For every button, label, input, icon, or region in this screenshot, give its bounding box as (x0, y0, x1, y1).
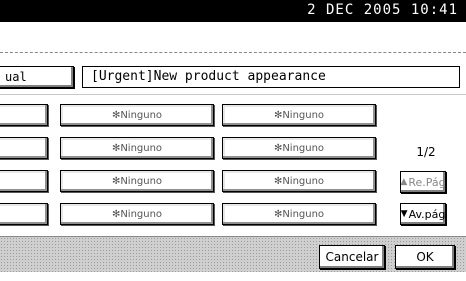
subject-cell[interactable] (0, 104, 48, 126)
subject-cell[interactable] (0, 137, 48, 159)
next-page-button[interactable]: ▼ Av.pág (400, 203, 446, 225)
ok-button[interactable]: OK (395, 245, 455, 269)
subject-field[interactable]: [Urgent]New product appearance (82, 66, 460, 88)
next-page-label: Av.pág (408, 207, 446, 221)
subject-cell[interactable] (0, 170, 48, 192)
subject-cell[interactable]: ✻Ninguno (222, 104, 376, 126)
subject-cell[interactable]: ✻Ninguno (60, 203, 214, 225)
status-bar: 2 DEC 2005 10:41 (0, 0, 466, 22)
subject-cell[interactable] (0, 203, 48, 225)
subject-row: ual [Urgent]New product appearance (0, 60, 466, 90)
subject-cell[interactable]: ✻Ninguno (60, 104, 214, 126)
triangle-up-icon: ▲ (400, 177, 408, 187)
subject-cell[interactable]: ✻Ninguno (60, 137, 214, 159)
prev-page-button[interactable]: ▲ Re.Pág (400, 171, 446, 193)
subject-cell[interactable]: ✻Ninguno (222, 170, 376, 192)
datetime-display: 2 DEC 2005 10:41 (307, 2, 458, 18)
bottom-strip (0, 272, 466, 281)
subject-cell[interactable]: ✻Ninguno (222, 203, 376, 225)
title-area (0, 22, 466, 53)
triangle-down-icon: ▼ (400, 209, 408, 219)
footer-bar: Cancelar OK (0, 236, 466, 273)
subject-cell[interactable]: ✻Ninguno (222, 137, 376, 159)
subject-grid: ✻Ninguno ✻Ninguno ✻Ninguno ✻Ninguno ✻Nin… (0, 94, 466, 235)
manual-entry-button[interactable]: ual (0, 66, 74, 88)
cancel-button[interactable]: Cancelar (319, 245, 385, 269)
prev-page-label: Re.Pág (408, 175, 446, 189)
subject-cell[interactable]: ✻Ninguno (60, 170, 214, 192)
page-indicator: 1/2 (416, 145, 436, 159)
